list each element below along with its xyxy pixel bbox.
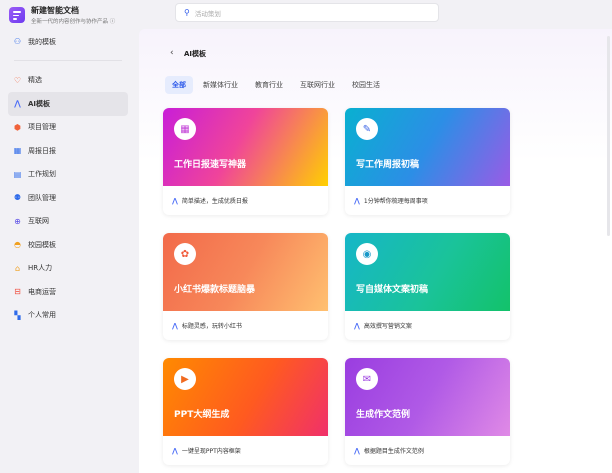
ai-icon: ⋀ — [14, 99, 21, 109]
lock-person-icon: ⌂ — [14, 263, 21, 273]
ai-icon: ⋀ — [354, 446, 360, 455]
card-description: 简单描述，生成优质日报 — [181, 198, 248, 205]
tab[interactable]: 新媒体行业 — [196, 76, 245, 94]
sidebar-item[interactable]: ⚉ 团队管理 — [8, 186, 128, 210]
sidebar-item-label: 我的模板 — [28, 37, 56, 46]
card-title: 生成作文范例 — [356, 410, 411, 420]
grid-icon: ▚ — [14, 310, 21, 320]
sidebar-item[interactable]: ⊟ 电商运营 — [8, 280, 128, 304]
card-description: 高效撰写营销文案 — [363, 323, 412, 330]
sidebar-item[interactable]: ♡ 精选 — [8, 69, 128, 93]
store-icon: ⊟ — [14, 287, 21, 297]
divider — [14, 59, 122, 61]
template-card[interactable]: ▶ PPT大纲生成 ⋀ 一键呈现PPT内容框架 — [163, 358, 328, 465]
sidebar-item-label: 团队管理 — [28, 193, 56, 202]
card-banner: ▦ 工作日报速写神器 — [163, 108, 328, 186]
card-title: 写工作周报初稿 — [356, 160, 420, 170]
sidebar-item[interactable]: ⚇ 我的模板 — [8, 30, 128, 54]
tab[interactable]: 互联网行业 — [293, 76, 342, 94]
ai-icon: ⋀ — [172, 321, 178, 330]
cube-icon: ⬢ — [14, 122, 21, 132]
back-button[interactable]: ‹ — [170, 48, 174, 58]
calendar-icon: ▦ — [13, 146, 22, 156]
person-icon: ◉ — [356, 243, 378, 265]
graduation-cap-icon: ◓ — [14, 240, 21, 250]
ai-icon: ⋀ — [354, 196, 360, 205]
sidebar-item[interactable]: ⋀ AI模板 — [8, 92, 128, 116]
card-title: 小红书爆款标题脑暴 — [174, 285, 256, 295]
sidebar-item-label: 互联网 — [28, 217, 49, 226]
play-icon: ▶ — [174, 368, 196, 390]
card-description: 根据题目生成作文范例 — [363, 448, 424, 455]
team-icon: ⚉ — [13, 193, 22, 203]
search-icon: ⚲ — [184, 8, 190, 17]
clipboard-icon: ▤ — [13, 169, 22, 179]
sidebar-item[interactable]: ▤ 工作规划 — [8, 163, 128, 187]
search-placeholder: 活动策划 — [194, 9, 221, 18]
sidebar-item-label: AI模板 — [28, 99, 51, 108]
mail-icon: ✉ — [356, 368, 378, 390]
sidebar-item-label: 项目管理 — [28, 123, 56, 132]
sidebar-item[interactable]: ◓ 校园模板 — [8, 233, 128, 257]
card-title: 写自媒体文案初稿 — [356, 285, 429, 295]
template-card[interactable]: ◉ 写自媒体文案初稿 ⋀ 高效撰写营销文案 — [345, 233, 510, 340]
sidebar-item-label: 校园模板 — [28, 240, 56, 249]
edit-icon: ✎ — [356, 118, 378, 140]
sidebar-item-label: 精选 — [28, 76, 42, 85]
template-card[interactable]: ✿ 小红书爆款标题脑暴 ⋀ 标题灵感，玩转小红书 — [163, 233, 328, 340]
card-banner: ✉ 生成作文范例 — [345, 358, 510, 436]
card-description: 标题灵感，玩转小红书 — [181, 323, 242, 330]
card-banner: ✎ 写工作周报初稿 — [345, 108, 510, 186]
sidebar-item[interactable]: ▦ 周报日报 — [8, 139, 128, 163]
ai-icon: ⋀ — [172, 196, 178, 205]
redbook-icon: ✿ — [174, 243, 196, 265]
tab[interactable]: 教育行业 — [248, 76, 290, 94]
sidebar: ⚇ 我的模板 ♡ 精选 ⋀ AI模板 ⬢ 项目管理 ▦ 周报日报 ▤ 工作规划 ⚉ 团队管理 ⊕ 互联网 ◓ 校园… — [8, 30, 128, 327]
page-title: AI模板 — [184, 50, 207, 58]
search-input[interactable]: ⚲ 活动策划 — [175, 3, 439, 22]
sidebar-item-label: HR人力 — [28, 264, 53, 273]
sidebar-item-label: 周报日报 — [28, 146, 56, 155]
sidebar-item[interactable]: ⌂ HR人力 — [8, 257, 128, 281]
card-banner: ▶ PPT大纲生成 — [163, 358, 328, 436]
sidebar-item-label: 电商运营 — [28, 287, 56, 296]
template-card[interactable]: ▦ 工作日报速写神器 ⋀ 简单描述，生成优质日报 — [163, 108, 328, 215]
sidebar-item[interactable]: ▚ 个人常用 — [8, 304, 128, 328]
user-icon: ⚇ — [13, 37, 22, 47]
calendar-icon: ▦ — [174, 118, 196, 140]
card-description: 1分钟帮你梳理每周事项 — [363, 198, 428, 205]
template-card[interactable]: ✉ 生成作文范例 ⋀ 根据题目生成作文范例 — [345, 358, 510, 465]
app-subtitle: 全新一代的内容创作与协作产品 ⓘ — [31, 19, 116, 25]
sidebar-item[interactable]: ⊕ 互联网 — [8, 210, 128, 234]
card-banner: ◉ 写自媒体文案初稿 — [345, 233, 510, 311]
app-title: 新建智能文档 — [31, 6, 79, 15]
tab[interactable]: 校园生活 — [345, 76, 387, 94]
ai-icon: ⋀ — [354, 321, 360, 330]
app-logo — [9, 7, 25, 23]
tab[interactable]: 全部 — [165, 76, 193, 94]
sidebar-item-label: 工作规划 — [28, 170, 56, 179]
card-title: 工作日报速写神器 — [174, 160, 247, 170]
card-banner: ✿ 小红书爆款标题脑暴 — [163, 233, 328, 311]
template-card[interactable]: ✎ 写工作周报初稿 ⋀ 1分钟帮你梳理每周事项 — [345, 108, 510, 215]
sidebar-item-label: 个人常用 — [28, 311, 56, 320]
globe-icon: ⊕ — [14, 216, 21, 226]
sidebar-item[interactable]: ⬢ 项目管理 — [8, 116, 128, 140]
card-title: PPT大纲生成 — [174, 410, 230, 420]
heart-badge-icon: ♡ — [13, 75, 22, 85]
scrollbar[interactable] — [607, 36, 610, 236]
category-tabs: 全部 新媒体行业 教育行业 互联网行业 校园生活 — [165, 76, 390, 94]
card-description: 一键呈现PPT内容框架 — [181, 448, 241, 455]
ai-icon: ⋀ — [172, 446, 178, 455]
